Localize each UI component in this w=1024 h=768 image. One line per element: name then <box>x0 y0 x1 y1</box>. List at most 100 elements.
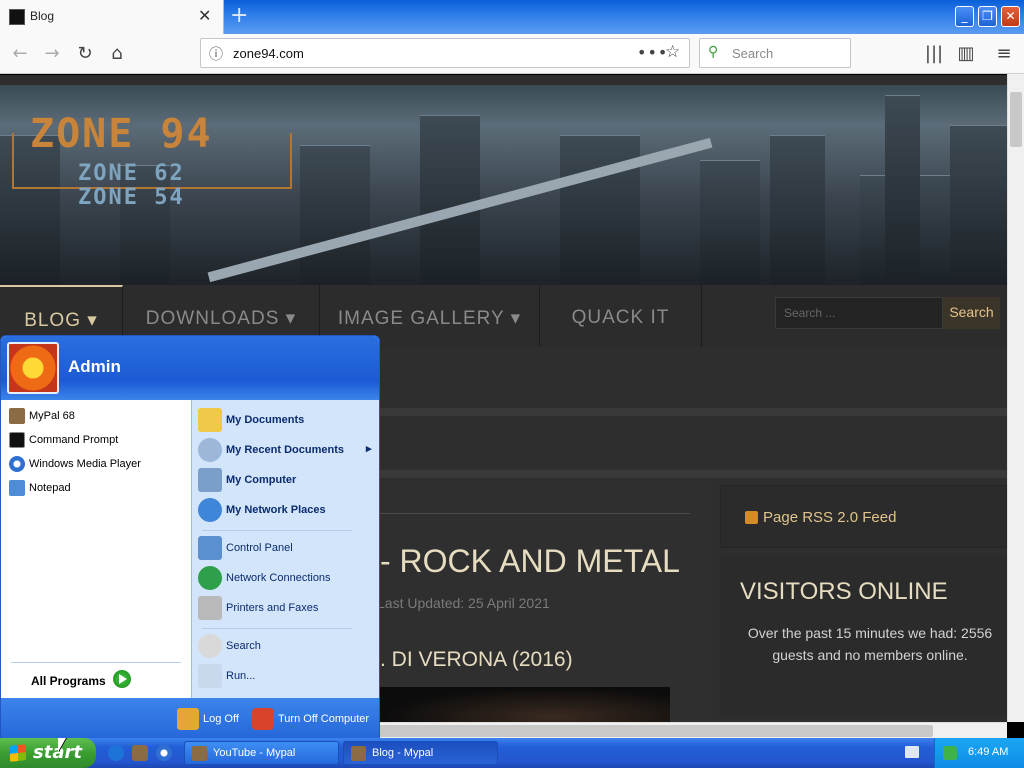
taskbar: start YouTube - Mypal Blog - Mypal 6:49 … <box>0 738 1024 768</box>
place-my-recent-documents[interactable]: My Recent Documents ▸ <box>198 438 372 462</box>
building <box>770 135 825 285</box>
tab-title: Blog <box>30 9 55 23</box>
program-label: Notepad <box>29 481 71 494</box>
mypal-icon <box>192 746 207 761</box>
place-search[interactable]: Search <box>198 634 261 658</box>
user-avatar <box>7 342 59 394</box>
minimize-button[interactable]: _ <box>955 6 974 27</box>
program-command-prompt[interactable]: Command Prompt <box>9 432 118 448</box>
program-mypal[interactable]: MyPal 68 <box>9 408 75 424</box>
sidebar-icon[interactable]: ▥ <box>954 42 978 66</box>
library-icon[interactable]: ||| <box>922 42 946 66</box>
logo-line-2: ZONE 62 <box>78 161 185 186</box>
nav-quack-it[interactable]: QUACK IT <box>540 285 702 347</box>
program-label: Command Prompt <box>29 433 119 446</box>
start-menu: Admin MyPal 68 Command Prompt Windows Me… <box>0 335 380 739</box>
place-label: My Network Places <box>226 503 326 516</box>
place-my-network-places[interactable]: My Network Places <box>198 498 326 522</box>
page-actions-icon[interactable]: ••• <box>637 43 668 62</box>
notepad-icon <box>9 480 25 496</box>
rss-icon <box>745 511 758 524</box>
folder-icon <box>198 408 222 432</box>
divider <box>11 662 181 663</box>
media-player-icon <box>9 456 25 472</box>
place-run[interactable]: Run... <box>198 664 255 688</box>
divider <box>202 530 352 531</box>
search-icon <box>198 634 222 658</box>
place-control-panel[interactable]: Control Panel <box>198 536 293 560</box>
places-list: My Documents My Recent Documents ▸ My Com… <box>191 400 379 698</box>
turn-off-button[interactable]: Turn Off Computer <box>252 708 369 730</box>
program-windows-media-player[interactable]: Windows Media Player <box>9 456 141 472</box>
all-programs-label[interactable]: All Programs <box>31 674 106 688</box>
site-logo[interactable]: ZONE 94 <box>30 111 213 157</box>
restore-button[interactable]: ❐ <box>978 6 997 27</box>
start-menu-footer: Log Off Turn Off Computer <box>1 698 379 738</box>
printer-icon <box>198 596 222 620</box>
bookmark-star-icon[interactable]: ☆ <box>665 42 680 62</box>
divider <box>380 513 690 514</box>
rss-panel: Page RSS 2.0 Feed <box>720 485 1007 548</box>
log-off-button[interactable]: Log Off <box>177 708 239 730</box>
task-label: Blog - Mypal <box>372 747 434 759</box>
place-label: Network Connections <box>226 571 331 584</box>
vertical-scrollbar[interactable] <box>1007 74 1024 722</box>
network-tray-icon[interactable] <box>943 746 957 760</box>
computer-icon <box>198 468 222 492</box>
place-label: Printers and Faxes <box>226 601 319 614</box>
close-tab-icon[interactable]: ✕ <box>198 6 211 25</box>
search-engine-icon: ⚲ <box>708 44 719 60</box>
place-my-documents[interactable]: My Documents <box>198 408 304 432</box>
visitors-heading: VISITORS ONLINE <box>740 578 948 605</box>
info-icon[interactable]: ⓘ <box>209 44 223 64</box>
close-window-button[interactable]: ✕ <box>1001 6 1020 27</box>
program-label: Windows Media Player <box>29 457 141 470</box>
log-off-label: Log Off <box>203 712 239 725</box>
ie-icon[interactable] <box>108 745 124 761</box>
search-placeholder: Search <box>732 46 774 61</box>
place-printers-and-faxes[interactable]: Printers and Faxes <box>198 596 318 620</box>
site-search-input[interactable]: Search ... <box>775 297 943 329</box>
user-name: Admin <box>68 357 121 376</box>
mypal-icon <box>351 746 366 761</box>
reload-icon[interactable]: ↻ <box>73 42 97 66</box>
visitors-panel: VISITORS ONLINE Over the past 15 minutes… <box>720 556 1007 716</box>
all-programs-arrow-icon[interactable] <box>113 670 131 688</box>
place-network-connections[interactable]: Network Connections <box>198 566 331 590</box>
run-icon <box>198 664 222 688</box>
forward-icon[interactable]: → <box>40 42 64 66</box>
url-text: zone94.com <box>233 46 304 61</box>
article-title[interactable]: - ROCK AND METAL <box>380 543 680 580</box>
media-player-icon[interactable] <box>156 745 172 761</box>
menu-icon[interactable]: ≡ <box>992 42 1016 66</box>
key-icon <box>177 708 199 730</box>
globe-icon <box>198 566 222 590</box>
site-search-button[interactable]: Search <box>943 297 1000 329</box>
submenu-arrow-icon: ▸ <box>366 443 372 455</box>
keyboard-icon[interactable] <box>905 746 919 758</box>
system-tray: 6:49 AM <box>934 738 1024 768</box>
back-icon[interactable]: ← <box>8 42 32 66</box>
building <box>300 145 370 285</box>
clock: 6:49 AM <box>968 746 1009 758</box>
task-blog-mypal[interactable]: Blog - Mypal <box>343 741 498 765</box>
building <box>560 135 640 285</box>
rss-link[interactable]: Page RSS 2.0 Feed <box>763 509 896 526</box>
program-notepad[interactable]: Notepad <box>9 480 71 496</box>
place-label: My Recent Documents <box>226 443 344 456</box>
mypal-icon <box>9 408 25 424</box>
new-tab-button[interactable]: + <box>230 3 248 28</box>
place-my-computer[interactable]: My Computer <box>198 468 296 492</box>
place-label: My Documents <box>226 413 305 426</box>
search-input[interactable]: ⚲ Search <box>699 38 851 68</box>
start-button[interactable]: start <box>0 738 96 768</box>
mypal-icon[interactable] <box>132 745 148 761</box>
place-label: My Computer <box>226 473 297 486</box>
task-youtube-mypal[interactable]: YouTube - Mypal <box>184 741 339 765</box>
address-bar[interactable]: ⓘ zone94.com ••• ☆ <box>200 38 690 68</box>
home-icon[interactable]: ⌂ <box>105 42 129 66</box>
turn-off-label: Turn Off Computer <box>278 712 370 725</box>
scrollbar-thumb[interactable] <box>1010 92 1022 147</box>
tab-blog[interactable]: Blog ✕ <box>0 0 224 34</box>
article-subtitle[interactable]: . DI VERONA (2016) <box>380 648 573 672</box>
